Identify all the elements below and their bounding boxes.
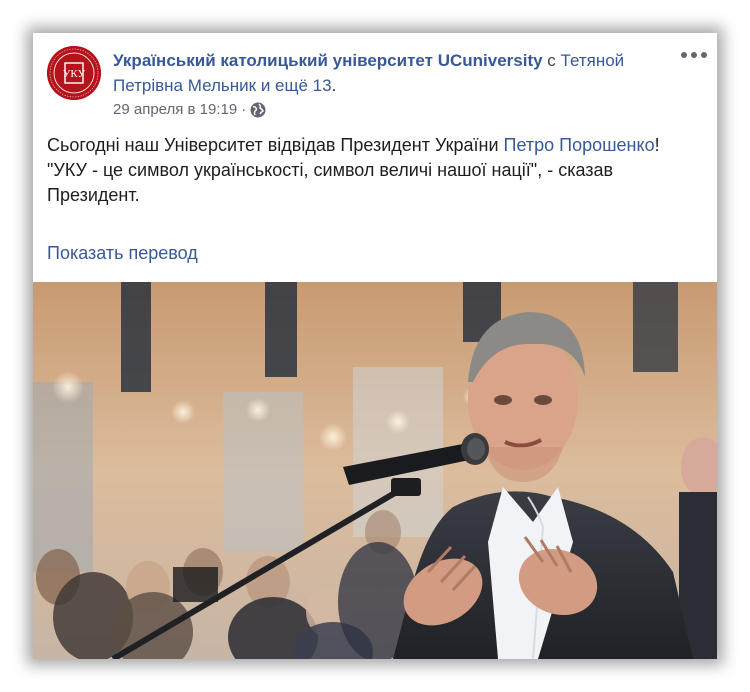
with-word: с	[547, 51, 556, 70]
meta-separator: ·	[241, 101, 247, 118]
mention-link[interactable]: Петро Порошенко	[504, 135, 655, 155]
post-photo[interactable]	[33, 282, 717, 659]
page-name-link[interactable]: Український католицький університет UCun…	[113, 51, 543, 70]
post-title: Український католицький університет UCun…	[113, 48, 673, 98]
post-text-exclaim: !	[654, 135, 660, 155]
and-more-link[interactable]: и ещё 13	[261, 76, 332, 95]
post-timestamp[interactable]: 29 апреля в 19:19	[113, 101, 237, 118]
post-meta: 29 апреля в 19:19 ·	[113, 101, 266, 118]
post-card: УКУ Український католицький університет …	[33, 33, 717, 659]
more-options-icon[interactable]	[681, 47, 707, 63]
university-logo-icon: УКУ	[47, 46, 101, 100]
globe-icon[interactable]	[250, 102, 266, 118]
post-text: Сьогодні наш Університет відвідав Презид…	[47, 133, 697, 208]
title-period: .	[331, 76, 337, 95]
post-quote: "УКУ - це символ українськості, символ в…	[47, 160, 614, 205]
show-translation-link[interactable]: Показать перевод	[47, 243, 198, 264]
avatar-logo-text: УКУ	[63, 68, 86, 80]
post-header: УКУ Український католицький університет …	[33, 33, 717, 128]
page-avatar[interactable]: УКУ	[47, 46, 101, 100]
post-text-line1: Сьогодні наш Університет відвідав Презид…	[47, 135, 504, 155]
